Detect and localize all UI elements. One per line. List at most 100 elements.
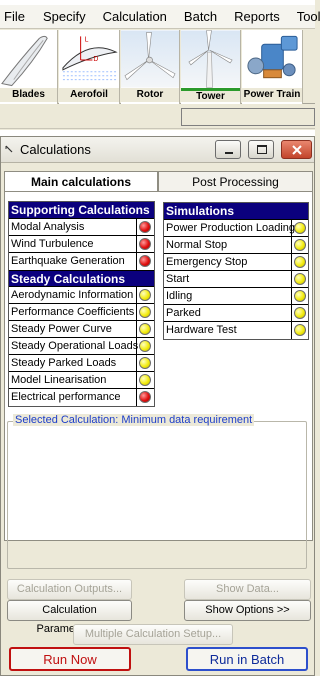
show-options-button[interactable]: Show Options >> xyxy=(184,600,311,621)
calc-row-aerodynamic-information[interactable]: Aerodynamic Information xyxy=(9,287,154,304)
toolbar-tower-button[interactable]: Tower xyxy=(181,30,241,104)
calc-row-electrical-performance[interactable]: Electrical performance xyxy=(9,389,154,406)
calculations-window: Calculations Main calculations Post Proc… xyxy=(0,136,315,676)
calc-label: Earthquake Generation xyxy=(11,255,125,267)
minimize-button[interactable] xyxy=(215,140,241,159)
sim-label: Parked xyxy=(166,307,201,319)
component-toolbar: Blades L D Aerofoil Rotor Tower Power Tr… xyxy=(0,30,315,104)
rotor-icon xyxy=(121,30,179,88)
calc-label: Steady Operational Loads xyxy=(11,340,139,352)
status-yellow-icon xyxy=(294,239,306,251)
sim-label: Idling xyxy=(166,290,193,302)
sim-row-hardware-test[interactable]: Hardware Test xyxy=(164,322,308,339)
calc-label: Model Linearisation xyxy=(11,374,107,386)
calculation-parameters-button[interactable]: Calculation Parameters... xyxy=(7,600,132,635)
sim-label: Start xyxy=(166,273,190,285)
run-now-button[interactable]: Run Now xyxy=(9,647,131,671)
calculation-outputs-button[interactable]: Calculation Outputs... xyxy=(7,579,132,600)
toolbar-blades-label: Blades xyxy=(0,88,57,102)
status-red-icon xyxy=(139,238,151,250)
steady-rows: Aerodynamic Information Performance Coef… xyxy=(9,287,154,406)
show-data-button[interactable]: Show Data... xyxy=(184,579,311,600)
sim-row-idling[interactable]: Idling xyxy=(164,288,308,305)
status-yellow-icon xyxy=(294,273,306,285)
menu-tools[interactable]: Tools xyxy=(293,9,320,24)
menu-calculation[interactable]: Calculation xyxy=(99,9,171,24)
close-button[interactable] xyxy=(281,140,312,159)
window-icon xyxy=(5,145,13,153)
status-yellow-icon xyxy=(139,374,151,386)
sim-label: Power Production Loading xyxy=(166,222,296,234)
simulations-list: Simulations Power Production Loading Nor… xyxy=(163,202,309,340)
restore-button[interactable] xyxy=(248,140,274,159)
multiple-calculation-setup-button[interactable]: Multiple Calculation Setup... xyxy=(73,624,233,645)
toolbar-blades-button[interactable]: Blades xyxy=(0,30,58,104)
simulations-header: Simulations xyxy=(164,203,308,220)
calc-label: Performance Coefficients xyxy=(11,306,135,318)
menu-reports[interactable]: Reports xyxy=(230,9,284,24)
restore-icon xyxy=(257,145,267,154)
status-yellow-icon xyxy=(294,222,306,234)
supporting-rows: Modal Analysis Wind Turbulence Earthquak… xyxy=(9,219,154,270)
aerofoil-icon: L D xyxy=(59,30,119,88)
sim-row-start[interactable]: Start xyxy=(164,271,308,288)
menu-specify[interactable]: Specify xyxy=(39,9,90,24)
run-in-batch-button[interactable]: Run in Batch xyxy=(186,647,308,671)
sim-row-parked[interactable]: Parked xyxy=(164,305,308,322)
status-red-icon xyxy=(139,391,151,403)
calc-row-model-linearisation[interactable]: Model Linearisation xyxy=(9,372,154,389)
toolbar-power-train-label: Power Train xyxy=(242,88,302,102)
sim-label: Emergency Stop xyxy=(166,256,248,268)
status-yellow-icon xyxy=(139,306,151,318)
sim-row-emergency-stop[interactable]: Emergency Stop xyxy=(164,254,308,271)
status-yellow-icon xyxy=(139,357,151,369)
calc-label: Wind Turbulence xyxy=(11,238,94,250)
calc-row-steady-power-curve[interactable]: Steady Power Curve xyxy=(9,321,154,338)
status-yellow-icon xyxy=(294,307,306,319)
secondary-bar xyxy=(0,105,315,129)
status-yellow-icon xyxy=(294,256,306,268)
calc-label: Electrical performance xyxy=(11,391,121,403)
window-title: Calculations xyxy=(20,142,91,157)
toolbar-rotor-button[interactable]: Rotor xyxy=(121,30,180,104)
status-yellow-icon xyxy=(139,323,151,335)
sim-label: Hardware Test xyxy=(166,324,237,336)
blade-icon xyxy=(0,30,57,88)
sim-row-normal-stop[interactable]: Normal Stop xyxy=(164,237,308,254)
toolbar-aerofoil-button[interactable]: L D Aerofoil xyxy=(59,30,120,104)
calc-label: Modal Analysis xyxy=(11,221,85,233)
power-train-icon xyxy=(242,30,302,88)
status-yellow-icon xyxy=(139,340,151,352)
menu-file[interactable]: File xyxy=(0,9,29,24)
sim-label: Normal Stop xyxy=(166,239,228,251)
calc-row-steady-parked-loads[interactable]: Steady Parked Loads xyxy=(9,355,154,372)
calc-row-modal-analysis[interactable]: Modal Analysis xyxy=(9,219,154,236)
status-field xyxy=(181,108,315,126)
tab-post-processing[interactable]: Post Processing xyxy=(158,171,313,193)
calc-label: Aerodynamic Information xyxy=(11,289,134,301)
aerofoil-lift-letter: L xyxy=(85,36,89,43)
aerofoil-drag-letter: D xyxy=(93,56,98,63)
calc-row-earthquake-generation[interactable]: Earthquake Generation xyxy=(9,253,154,270)
calc-label: Steady Power Curve xyxy=(11,323,112,335)
status-yellow-icon xyxy=(294,290,306,302)
selected-calculation-legend: Selected Calculation: Minimum data requi… xyxy=(13,414,255,426)
toolbar-power-train-button[interactable]: Power Train xyxy=(242,30,303,104)
calc-row-wind-turbulence[interactable]: Wind Turbulence xyxy=(9,236,154,253)
calc-label: Steady Parked Loads xyxy=(11,357,117,369)
menu-bar: File Specify Calculation Batch Reports T… xyxy=(0,5,320,29)
supporting-calculations-header: Supporting Calculations xyxy=(9,202,154,219)
left-calculation-list: Supporting Calculations Modal Analysis W… xyxy=(8,201,155,407)
menu-batch[interactable]: Batch xyxy=(180,9,221,24)
status-yellow-icon xyxy=(139,289,151,301)
calc-row-steady-operational-loads[interactable]: Steady Operational Loads xyxy=(9,338,154,355)
toolbar-tower-label: Tower xyxy=(181,88,240,102)
selected-calculation-group: Selected Calculation: Minimum data requi… xyxy=(7,414,307,569)
toolbar-rotor-label: Rotor xyxy=(121,88,179,102)
minimize-icon xyxy=(225,152,233,154)
status-red-icon xyxy=(139,221,151,233)
calc-row-performance-coefficients[interactable]: Performance Coefficients xyxy=(9,304,154,321)
sim-row-power-production-loading[interactable]: Power Production Loading xyxy=(164,220,308,237)
window-titlebar[interactable]: Calculations xyxy=(1,137,314,163)
status-yellow-icon xyxy=(294,324,306,336)
